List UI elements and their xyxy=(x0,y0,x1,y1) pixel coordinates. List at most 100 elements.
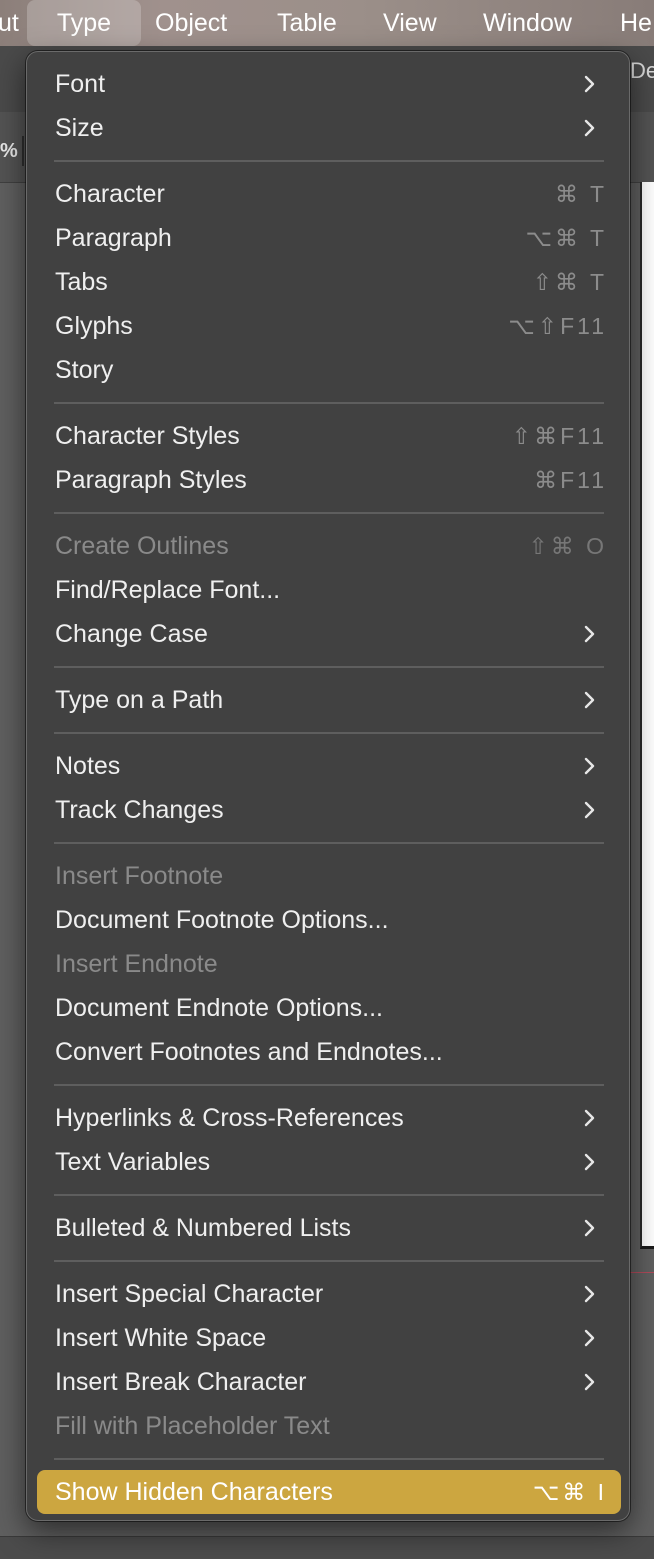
menu-separator xyxy=(54,1084,604,1086)
menu-item-paragraph-styles[interactable]: Paragraph Styles ⌘F11 xyxy=(37,458,621,502)
menubar-item-help[interactable]: He xyxy=(620,0,652,46)
menu-item-insert-break-character[interactable]: Insert Break Character xyxy=(37,1360,621,1404)
menu-item-label: Insert Break Character xyxy=(55,1368,307,1396)
chevron-right-icon xyxy=(584,1329,595,1347)
menu-item-bulleted-and-numbered-lists[interactable]: Bulleted & Numbered Lists xyxy=(37,1206,621,1250)
toolbar-label: De xyxy=(630,58,654,83)
menu-item-label: Size xyxy=(55,114,104,142)
menu-item-glyphs[interactable]: Glyphs ⌥⇧F11 xyxy=(37,304,621,348)
menu-item-insert-footnote: Insert Footnote xyxy=(37,854,621,898)
menu-item-label: Track Changes xyxy=(55,796,224,824)
menu-item-insert-white-space[interactable]: Insert White Space xyxy=(37,1316,621,1360)
menu-item-label: Text Variables xyxy=(55,1148,211,1176)
menu-item-create-outlines: Create Outlines ⇧⌘ O xyxy=(37,524,621,568)
chevron-right-icon xyxy=(584,1153,595,1171)
menu-item-label: Show Hidden Characters xyxy=(55,1478,333,1506)
zoom-label: % xyxy=(0,140,18,162)
menu-separator xyxy=(54,402,604,404)
menu-item-find-replace-font[interactable]: Find/Replace Font... xyxy=(37,568,621,612)
menu-item-label: Character xyxy=(55,180,165,208)
chevron-right-icon xyxy=(584,801,595,819)
menu-item-insert-special-character[interactable]: Insert Special Character xyxy=(37,1272,621,1316)
chevron-right-icon xyxy=(584,1373,595,1391)
menu-item-label: Insert Endnote xyxy=(55,950,218,978)
menu-item-shortcut: ⇧⌘ O xyxy=(528,533,607,559)
menubar-item-table[interactable]: Table xyxy=(277,0,337,46)
menu-item-track-changes[interactable]: Track Changes xyxy=(37,788,621,832)
menu-item-label: Document Endnote Options... xyxy=(55,994,383,1022)
menu-item-label: Insert Footnote xyxy=(55,862,224,890)
menu-item-document-footnote-options[interactable]: Document Footnote Options... xyxy=(37,898,621,942)
chevron-right-icon xyxy=(584,75,595,93)
menu-item-label: Document Footnote Options... xyxy=(55,906,389,934)
menu-item-label: Tabs xyxy=(55,268,108,296)
menu-item-fill-with-placeholder-text: Fill with Placeholder Text xyxy=(37,1404,621,1448)
menu-item-shortcut: ⌥⌘ I xyxy=(532,1479,607,1505)
type-menu-dropdown: Font Size Character ⌘ T Paragraph ⌥⌘ T Tabs ⇧⌘ … xyxy=(26,51,630,1521)
menu-item-label: Notes xyxy=(55,752,121,780)
menu-item-label: Find/Replace Font... xyxy=(55,576,281,604)
menu-item-change-case[interactable]: Change Case xyxy=(37,612,621,656)
menu-separator xyxy=(54,1194,604,1196)
menu-item-shortcut: ⌥⌘ T xyxy=(525,225,607,251)
chevron-right-icon xyxy=(584,1109,595,1127)
chevron-right-icon xyxy=(584,1219,595,1237)
menu-item-show-hidden-characters[interactable]: Show Hidden Characters ⌥⌘ I xyxy=(37,1470,621,1514)
menu-item-shortcut: ⌘ T xyxy=(554,181,607,207)
menu-item-hyperlinks-and-cross-references[interactable]: Hyperlinks & Cross-References xyxy=(37,1096,621,1140)
menu-item-label: Bulleted & Numbered Lists xyxy=(55,1214,351,1242)
chevron-right-icon xyxy=(584,1285,595,1303)
menu-item-type-on-a-path[interactable]: Type on a Path xyxy=(37,678,621,722)
menu-item-label: Hyperlinks & Cross-References xyxy=(55,1104,404,1132)
control-divider xyxy=(22,136,24,166)
menu-item-shortcut: ⇧⌘ T xyxy=(532,269,607,295)
menu-separator xyxy=(54,1260,604,1262)
menu-separator xyxy=(54,666,604,668)
menu-separator xyxy=(54,842,604,844)
menu-item-character[interactable]: Character ⌘ T xyxy=(37,172,621,216)
menu-item-shortcut: ⌘F11 xyxy=(534,467,607,493)
menu-separator xyxy=(54,1458,604,1460)
menubar-item-object[interactable]: Object xyxy=(155,0,227,46)
menu-item-text-variables[interactable]: Text Variables xyxy=(37,1140,621,1184)
menu-item-label: Type on a Path xyxy=(55,686,224,714)
menu-item-character-styles[interactable]: Character Styles ⇧⌘F11 xyxy=(37,414,621,458)
document-page[interactable] xyxy=(640,182,654,1249)
menubar-item-edit[interactable]: ut xyxy=(0,0,19,46)
menu-item-label: Paragraph xyxy=(55,224,172,252)
menu-item-shortcut: ⇧⌘F11 xyxy=(511,423,607,449)
chevron-right-icon xyxy=(584,757,595,775)
menu-item-font[interactable]: Font xyxy=(37,62,621,106)
menu-item-document-endnote-options[interactable]: Document Endnote Options... xyxy=(37,986,621,1030)
menu-item-label: Character Styles xyxy=(55,422,240,450)
menu-item-size[interactable]: Size xyxy=(37,106,621,150)
menu-bar: ut Type Object Table View Window He xyxy=(0,0,654,46)
menu-item-label: Convert Footnotes and Endnotes... xyxy=(55,1038,443,1066)
menubar-item-window[interactable]: Window xyxy=(483,0,572,46)
menu-item-story[interactable]: Story xyxy=(37,348,621,392)
menu-item-label: Font xyxy=(55,70,106,98)
menu-item-label: Insert White Space xyxy=(55,1324,267,1352)
menu-item-label: Glyphs xyxy=(55,312,133,340)
menu-item-label: Create Outlines xyxy=(55,532,229,560)
menu-item-convert-footnotes-and-endnotes[interactable]: Convert Footnotes and Endnotes... xyxy=(37,1030,621,1074)
menu-separator xyxy=(54,732,604,734)
menubar-item-type[interactable]: Type xyxy=(27,0,141,46)
chevron-right-icon xyxy=(584,625,595,643)
menu-item-notes[interactable]: Notes xyxy=(37,744,621,788)
menu-item-label: Insert Special Character xyxy=(55,1280,324,1308)
menu-separator xyxy=(54,160,604,162)
menu-item-paragraph[interactable]: Paragraph ⌥⌘ T xyxy=(37,216,621,260)
menubar-item-view[interactable]: View xyxy=(383,0,437,46)
menu-item-insert-endnote: Insert Endnote xyxy=(37,942,621,986)
menu-separator xyxy=(54,512,604,514)
bleed-guide xyxy=(630,1272,654,1273)
menu-item-shortcut: ⌥⇧F11 xyxy=(508,313,607,339)
chevron-right-icon xyxy=(584,119,595,137)
chevron-right-icon xyxy=(584,691,595,709)
menu-item-tabs[interactable]: Tabs ⇧⌘ T xyxy=(37,260,621,304)
menu-item-label: Fill with Placeholder Text xyxy=(55,1412,330,1440)
menu-item-label: Story xyxy=(55,356,114,384)
menu-item-label: Paragraph Styles xyxy=(55,466,247,494)
menu-item-label: Change Case xyxy=(55,620,208,648)
